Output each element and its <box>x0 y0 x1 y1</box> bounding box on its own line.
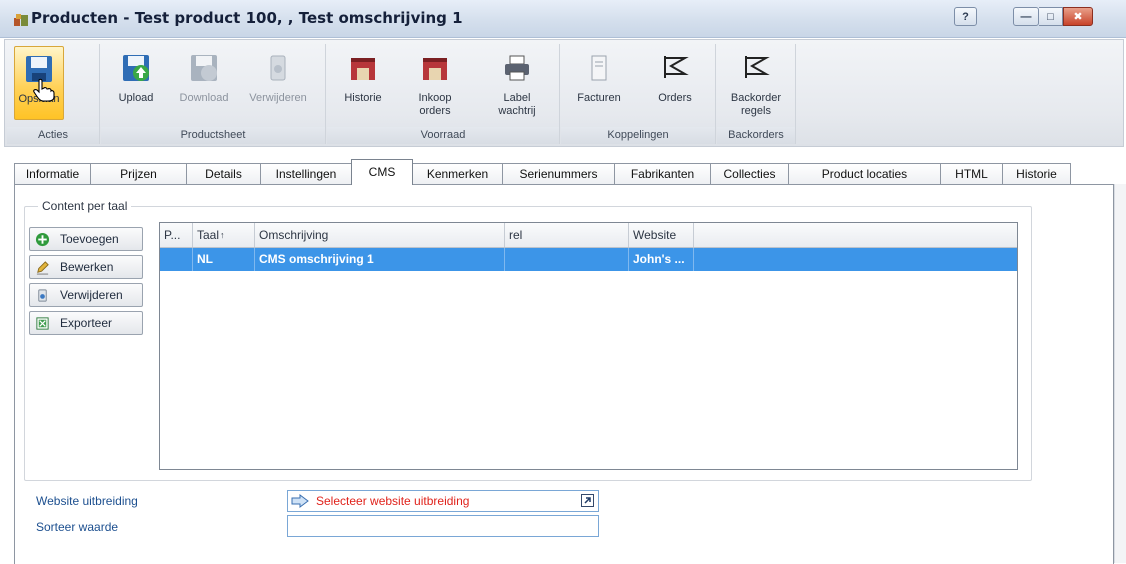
tab-collecties[interactable]: Collecties <box>710 163 789 184</box>
cart-icon <box>664 56 689 78</box>
ribbon-group-koppelingen: Facturen Orders Koppelingen <box>561 44 716 144</box>
ribbon-group-backorders: Backorder regels Backorders <box>717 44 796 144</box>
printer-icon <box>505 55 529 81</box>
window-edge <box>1114 184 1126 563</box>
sorteer-waarde-label: Sorteer waarde <box>36 520 119 534</box>
table-row[interactable]: NL CMS omschrijving 1 John's ... <box>160 248 1017 271</box>
tab-product-locaties[interactable]: Product locaties <box>788 163 941 184</box>
download-button[interactable]: Download <box>173 46 235 120</box>
grid-header: P... Taal↑ Omschrijving rel Website <box>160 223 1017 248</box>
website-uitbreiding-field[interactable]: Selecteer website uitbreiding <box>287 490 599 512</box>
verwijderen-button[interactable]: Verwijderen <box>29 283 143 307</box>
delete-icon <box>38 289 47 302</box>
tab-informatie[interactable]: Informatie <box>14 163 91 184</box>
ribbon-group-label: Acties <box>7 127 99 144</box>
cell-website: John's ... <box>629 248 694 271</box>
maximize-icon: □ <box>1047 10 1054 23</box>
ribbon-group-voorraad: Historie Inkoop orders Label wachtrij Vo… <box>327 44 560 144</box>
tab-instellingen[interactable]: Instellingen <box>260 163 352 184</box>
warehouse-icon <box>423 58 447 80</box>
delete-icon <box>270 55 286 81</box>
column-header-p[interactable]: P... <box>160 223 193 247</box>
add-icon <box>35 232 50 247</box>
tab-serienummers[interactable]: Serienummers <box>502 163 615 184</box>
ribbon-group-label: Backorders <box>717 127 795 144</box>
tab-cms[interactable]: CMS <box>351 159 413 185</box>
verwijderen-sheet-button[interactable]: Verwijderen <box>243 46 313 120</box>
column-header-omschrijving[interactable]: Omschrijving <box>255 223 505 247</box>
tab-kenmerken[interactable]: Kenmerken <box>412 163 503 184</box>
title-bar: Producten - Test product 100, , Test oms… <box>0 0 1126 38</box>
website-uitbreiding-label: Website uitbreiding <box>36 494 138 508</box>
content-grid[interactable]: P... Taal↑ Omschrijving rel Website NL C… <box>159 222 1018 470</box>
excel-icon <box>36 317 49 330</box>
minimize-button[interactable]: — <box>1013 7 1039 26</box>
open-link-icon[interactable] <box>581 494 594 507</box>
minimize-icon: — <box>1020 10 1032 23</box>
upload-button[interactable]: Upload <box>111 46 161 120</box>
warehouse-icon <box>351 58 375 80</box>
cell-taal: NL <box>193 248 255 271</box>
tab-fabrikanten[interactable]: Fabrikanten <box>614 163 711 184</box>
cell-omschrijving: CMS omschrijving 1 <box>255 248 505 271</box>
ribbon-group-productsheet: Upload Download Verwijderen Productsheet <box>101 44 326 144</box>
column-header-website[interactable]: Website <box>629 223 694 247</box>
historie-button[interactable]: Historie <box>335 46 391 120</box>
close-button[interactable]: ✖ <box>1063 7 1093 26</box>
window-title: Producten - Test product 100, , Test oms… <box>31 9 463 27</box>
sort-ascending-icon: ↑ <box>220 230 225 240</box>
toevoegen-button[interactable]: Toevoegen <box>29 227 143 251</box>
cell-rel <box>505 248 629 271</box>
cell-p <box>160 248 193 271</box>
ribbon-group-label: Koppelingen <box>561 127 715 144</box>
ribbon-group-label: Productsheet <box>101 127 325 144</box>
pencil-icon <box>36 261 49 275</box>
tab-prijzen[interactable]: Prijzen <box>90 163 187 184</box>
upload-icon <box>123 55 149 81</box>
facturen-button[interactable]: Facturen <box>569 46 629 120</box>
maximize-button[interactable]: □ <box>1039 7 1063 26</box>
backorder-regels-button[interactable]: Backorder regels <box>725 46 787 120</box>
tab-historie[interactable]: Historie <box>1002 163 1071 184</box>
exporteer-button[interactable]: Exporteer <box>29 311 143 335</box>
label-wachtrij-button[interactable]: Label wachtrij <box>487 46 547 120</box>
bewerken-button[interactable]: Bewerken <box>29 255 143 279</box>
sorteer-waarde-field[interactable] <box>287 515 599 537</box>
cart-icon <box>745 56 770 78</box>
group-title: Content per taal <box>38 199 132 213</box>
help-button[interactable]: ? <box>954 7 977 26</box>
hand-cursor-icon <box>33 78 55 102</box>
close-icon: ✖ <box>1073 11 1083 23</box>
ribbon-toolbar: Opslaan Acties Upload Download <box>4 39 1124 147</box>
ribbon-group-label: Voorraad <box>327 127 559 144</box>
tab-html[interactable]: HTML <box>940 163 1003 184</box>
column-header-rel[interactable]: rel <box>505 223 629 247</box>
download-icon <box>191 55 217 81</box>
inkoop-orders-button[interactable]: Inkoop orders <box>407 46 463 120</box>
orders-button[interactable]: Orders <box>647 46 703 120</box>
invoice-icon <box>591 55 607 81</box>
arrow-right-icon <box>291 494 309 508</box>
product-app-icon <box>14 14 28 26</box>
column-header-taal[interactable]: Taal↑ <box>193 223 255 247</box>
tab-details[interactable]: Details <box>186 163 261 184</box>
